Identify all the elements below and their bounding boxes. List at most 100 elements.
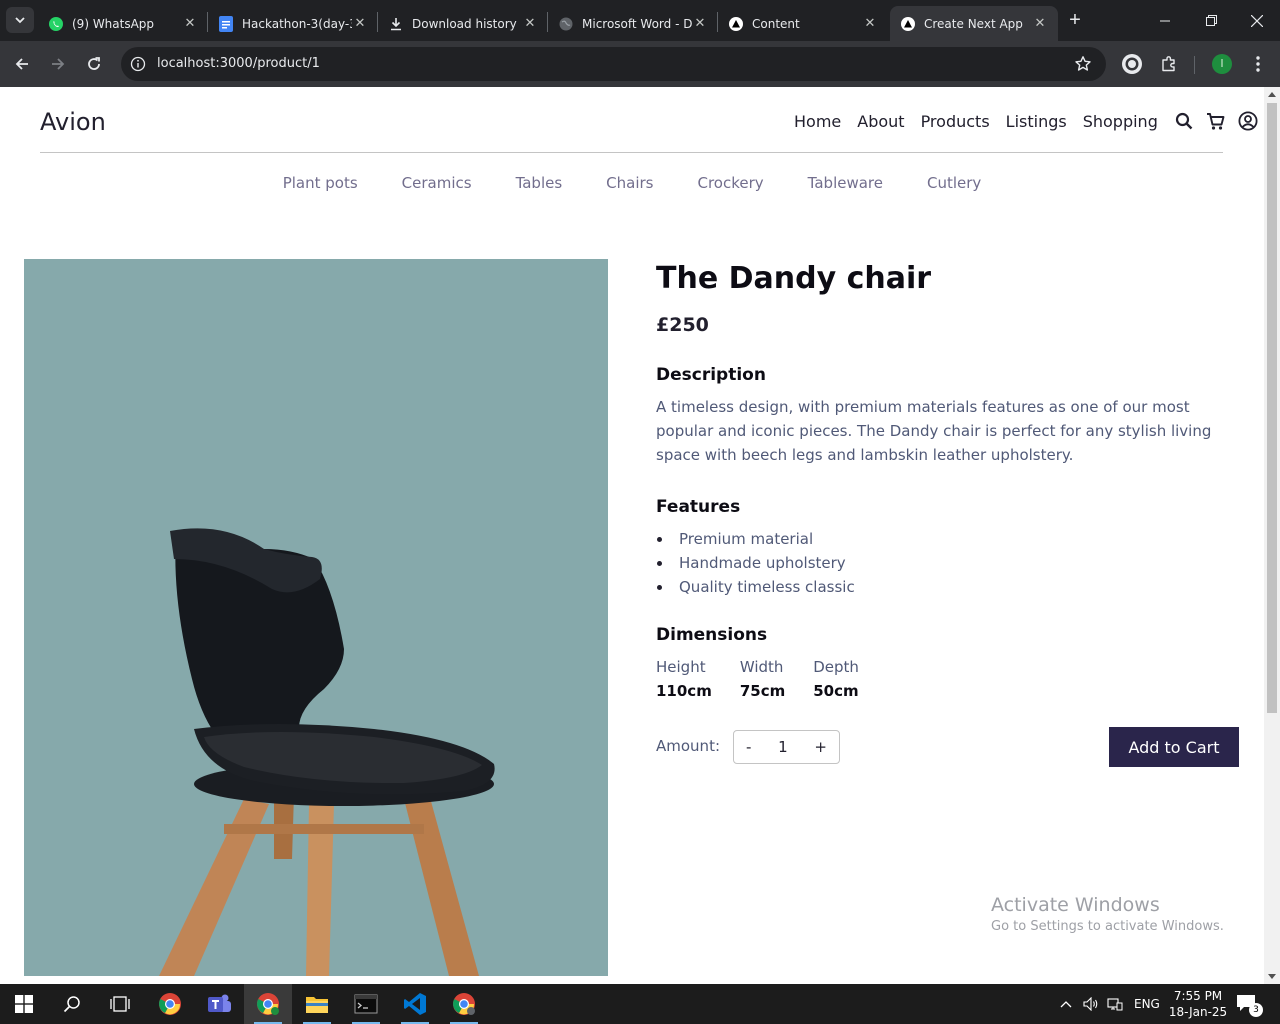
taskbar-file-explorer[interactable] — [293, 984, 341, 1024]
quantity-stepper: - 1 + — [733, 730, 840, 764]
decrement-button[interactable]: - — [746, 738, 751, 756]
category-ceramics[interactable]: Ceramics — [402, 174, 472, 192]
windows-logo-icon — [15, 995, 33, 1013]
taskbar-vscode[interactable] — [391, 984, 439, 1024]
tab-hackathon-doc[interactable]: Hackathon-3(day-3 ✕ — [208, 6, 378, 41]
forward-button[interactable] — [44, 50, 72, 78]
profile-avatar[interactable]: I — [1212, 54, 1232, 74]
tab-title: Download history — [412, 16, 517, 31]
chair-illustration — [159, 528, 495, 976]
category-cutlery[interactable]: Cutlery — [927, 174, 981, 192]
tab-create-next-app[interactable]: Create Next App ✕ — [890, 6, 1058, 41]
cart-icon[interactable] — [1206, 111, 1226, 131]
chrome-icon — [257, 993, 279, 1015]
user-account-icon[interactable] — [1238, 111, 1258, 131]
dimension-label: Width — [739, 658, 784, 676]
tab-content[interactable]: Content ✕ — [718, 6, 888, 41]
tab-close-icon[interactable]: ✕ — [182, 16, 198, 32]
tab-close-icon[interactable]: ✕ — [352, 16, 368, 32]
site-logo[interactable]: Avion — [40, 108, 106, 136]
scroll-down-arrow-icon[interactable] — [1268, 974, 1276, 979]
page-scrollbar[interactable] — [1264, 87, 1280, 984]
product-description: A timeless design, with premium material… — [656, 398, 1212, 464]
main-nav: Home About Products Listings Shopping — [794, 111, 1258, 131]
nav-shopping[interactable]: Shopping — [1083, 112, 1158, 131]
category-chairs[interactable]: Chairs — [606, 174, 653, 192]
bookmark-star-icon[interactable] — [1074, 55, 1092, 73]
add-to-cart-button[interactable]: Add to Cart — [1109, 727, 1239, 767]
taskbar-chrome-active[interactable] — [244, 984, 292, 1024]
header-divider — [40, 152, 1223, 153]
url-text[interactable]: localhost:3000/product/1 — [157, 56, 320, 71]
category-crockery[interactable]: Crockery — [698, 174, 764, 192]
description-heading: Description — [656, 365, 766, 385]
arrow-left-icon — [15, 58, 28, 70]
taskbar-teams[interactable] — [195, 984, 243, 1024]
start-button[interactable] — [0, 984, 48, 1024]
tab-close-icon[interactable]: ✕ — [692, 16, 708, 32]
tab-microsoft-word[interactable]: Microsoft Word - D ✕ — [548, 6, 718, 41]
category-tables[interactable]: Tables — [516, 174, 563, 192]
close-window-button[interactable] — [1234, 0, 1280, 41]
feature-item: Quality timeless classic — [656, 575, 1246, 599]
minimize-button[interactable] — [1142, 0, 1188, 41]
minimize-icon — [1160, 20, 1170, 21]
taskbar-terminal[interactable] — [342, 984, 390, 1024]
increment-button[interactable]: + — [814, 738, 827, 756]
back-button[interactable] — [8, 50, 36, 78]
taskbar-chrome-profile[interactable] — [440, 984, 488, 1024]
nav-about[interactable]: About — [857, 112, 904, 131]
system-clock[interactable]: 7:55 PM 18-Jan-25 — [1160, 988, 1236, 1020]
folder-icon — [306, 997, 328, 1013]
dimension-width: Width 75cm — [740, 655, 785, 703]
watermark-title: Activate Windows — [991, 894, 1160, 916]
tab-search-button[interactable] — [6, 7, 34, 33]
tab-download-history[interactable]: Download history ✕ — [378, 6, 548, 41]
tab-close-icon[interactable]: ✕ — [862, 16, 878, 32]
close-icon — [1251, 14, 1263, 27]
chrome-icon — [159, 993, 181, 1015]
product-title: The Dandy chair — [656, 261, 932, 296]
reload-icon — [88, 57, 100, 70]
extensions-puzzle-icon[interactable] — [1157, 52, 1181, 76]
tab-close-icon[interactable]: ✕ — [522, 16, 538, 32]
taskbar-search[interactable] — [48, 984, 96, 1024]
extension-lens-icon[interactable] — [1120, 52, 1144, 76]
reload-button[interactable] — [80, 50, 108, 78]
new-tab-button[interactable]: + — [1064, 10, 1086, 32]
nav-listings[interactable]: Listings — [1006, 112, 1067, 131]
whatsapp-icon — [48, 16, 64, 32]
category-nav: Plant pots Ceramics Tables Chairs Crocke… — [0, 174, 1264, 192]
restore-button[interactable] — [1188, 0, 1234, 41]
scroll-up-arrow-icon[interactable] — [1268, 92, 1276, 97]
quantity-value[interactable]: 1 — [778, 738, 788, 756]
volume-icon[interactable] — [1082, 997, 1100, 1011]
product-details: The Dandy chair £250 Description A timel… — [656, 259, 1246, 767]
nav-home[interactable]: Home — [794, 112, 841, 131]
chevron-down-icon — [15, 17, 25, 24]
language-indicator[interactable]: ENG — [1134, 997, 1160, 1011]
chevron-up-icon[interactable] — [1058, 1000, 1074, 1008]
site-info-icon[interactable] — [129, 55, 147, 73]
nav-products[interactable]: Products — [921, 112, 990, 131]
more-menu-icon[interactable] — [1246, 52, 1270, 76]
taskbar-chrome[interactable] — [146, 984, 194, 1024]
nextjs-icon — [900, 16, 916, 32]
category-tableware[interactable]: Tableware — [808, 174, 883, 192]
dimension-height: Height 110cm — [656, 655, 712, 703]
dimension-label: Height — [656, 658, 706, 676]
task-view-icon — [110, 996, 130, 1012]
address-bar[interactable]: localhost:3000/product/1 — [121, 47, 1106, 81]
scrollbar-thumb[interactable] — [1267, 103, 1277, 713]
search-icon[interactable] — [1174, 111, 1194, 131]
task-view-button[interactable] — [96, 984, 144, 1024]
network-icon[interactable] — [1106, 997, 1124, 1011]
category-plant-pots[interactable]: Plant pots — [283, 174, 358, 192]
tab-whatsapp[interactable]: (9) WhatsApp ✕ — [38, 6, 208, 41]
notification-center-button[interactable]: 3 — [1236, 994, 1263, 1017]
system-tray: ENG — [1058, 984, 1160, 1024]
clock-date: 18-Jan-25 — [1168, 1005, 1228, 1019]
browser-toolbar: localhost:3000/product/1 I — [0, 41, 1280, 87]
tab-close-icon[interactable]: ✕ — [1032, 16, 1048, 32]
vscode-icon — [404, 993, 426, 1015]
